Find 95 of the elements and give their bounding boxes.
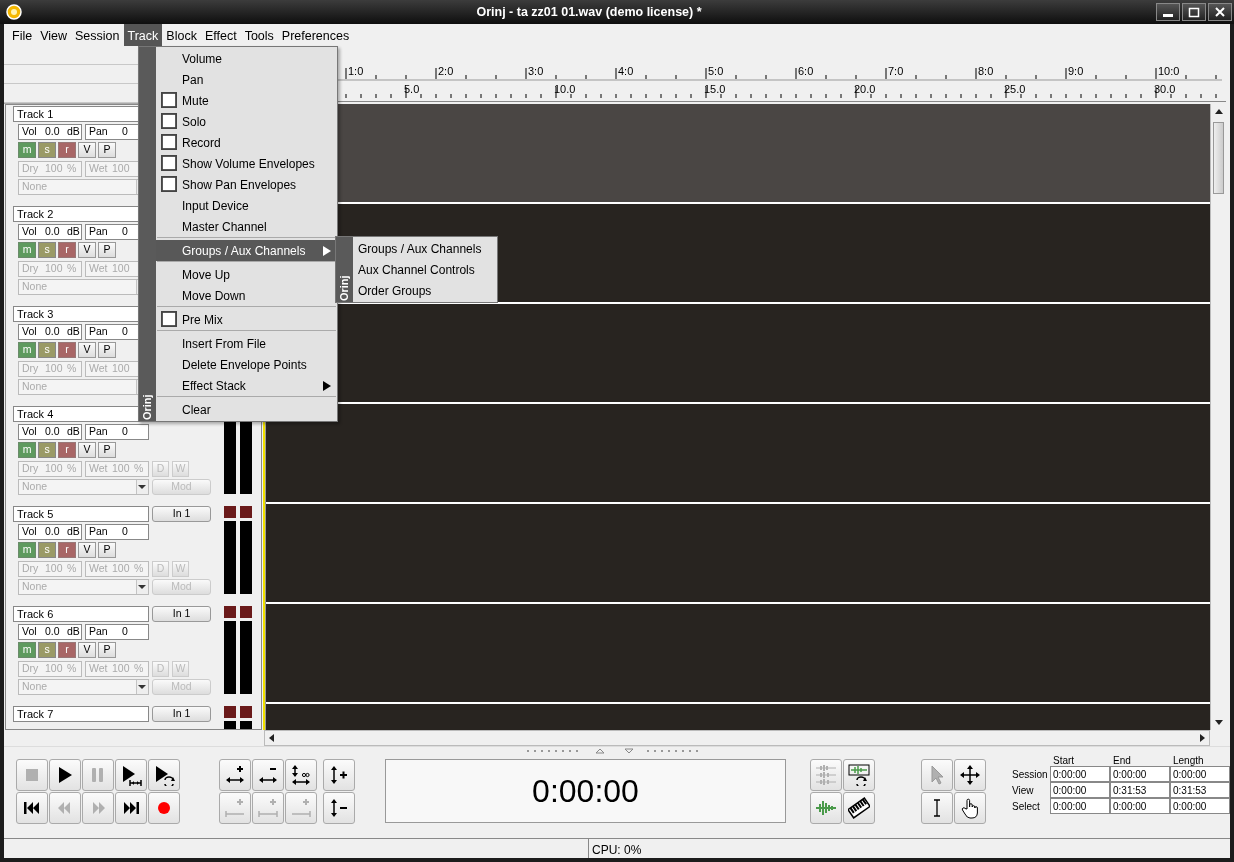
unit-label: dB bbox=[67, 524, 80, 540]
time-label: 5.0 bbox=[404, 84, 420, 95]
field-label: Pan bbox=[89, 424, 109, 440]
volume-value: 0.0 bbox=[45, 324, 61, 340]
wet-value: 100 bbox=[112, 661, 131, 677]
unit-label: % bbox=[134, 661, 144, 677]
pan-value: 0 bbox=[122, 224, 129, 240]
field-label: Dry bbox=[22, 561, 40, 577]
dry-value: 100 bbox=[45, 561, 64, 577]
time-display: 0:00:00 bbox=[385, 759, 786, 823]
bar-label: 2:0 bbox=[438, 66, 454, 77]
field-label: Wet bbox=[89, 561, 109, 577]
field-label: Pan bbox=[89, 324, 109, 340]
unit-label: % bbox=[134, 561, 144, 577]
unit-label: dB bbox=[67, 224, 80, 240]
menu-brand-label: Orinj bbox=[336, 274, 351, 301]
column-header: Length bbox=[1172, 754, 1205, 766]
pan-value: 0 bbox=[122, 624, 129, 640]
field-label: Dry bbox=[22, 161, 40, 177]
wet-value: 100 bbox=[112, 461, 131, 477]
unit-label: % bbox=[67, 461, 77, 477]
field-label: Wet bbox=[89, 361, 109, 377]
unit-label: dB bbox=[67, 424, 80, 440]
wet-value: 100 bbox=[112, 261, 131, 277]
dropdown-value: None bbox=[22, 679, 48, 695]
field-label: Vol bbox=[22, 124, 38, 140]
unit-label: % bbox=[67, 561, 77, 577]
wet-value: 100 bbox=[112, 361, 131, 377]
unit-label: % bbox=[67, 361, 77, 377]
time-label: 15.0 bbox=[704, 84, 726, 95]
row-label: Session bbox=[1012, 767, 1049, 782]
bar-label: 6:0 bbox=[798, 66, 814, 77]
pan-value: 0 bbox=[122, 424, 129, 440]
field-label: Dry bbox=[22, 361, 40, 377]
bar-label: 8:0 bbox=[978, 66, 994, 77]
field-label: Vol bbox=[22, 424, 38, 440]
field-label: Wet bbox=[89, 661, 109, 677]
bar-label: 9:0 bbox=[1068, 66, 1084, 77]
unit-label: % bbox=[67, 661, 77, 677]
wet-value: 100 bbox=[112, 561, 131, 577]
field-label: Vol bbox=[22, 524, 38, 540]
dropdown-value: None bbox=[22, 379, 48, 395]
volume-value: 0.0 bbox=[45, 424, 61, 440]
dropdown-value: None bbox=[22, 279, 48, 295]
unit-label: % bbox=[67, 161, 77, 177]
dry-value: 100 bbox=[45, 661, 64, 677]
unit-label: dB bbox=[67, 124, 80, 140]
dry-value: 100 bbox=[45, 361, 64, 377]
time-label: 20.0 bbox=[854, 84, 876, 95]
window-title: Orinj - ta zz01 01.wav (demo license) * bbox=[475, 3, 703, 21]
field-label: Wet bbox=[89, 161, 109, 177]
bar-label: 3:0 bbox=[528, 66, 544, 77]
bar-label: 7:0 bbox=[888, 66, 904, 77]
field-label: Wet bbox=[89, 461, 109, 477]
dropdown-value: None bbox=[22, 179, 48, 195]
volume-value: 0.0 bbox=[45, 524, 61, 540]
unit-label: % bbox=[134, 461, 144, 477]
field-label: Wet bbox=[89, 261, 109, 277]
time-label: 25.0 bbox=[1004, 84, 1026, 95]
pan-value: 0 bbox=[122, 124, 129, 140]
dry-value: 100 bbox=[45, 261, 64, 277]
volume-value: 0.0 bbox=[45, 224, 61, 240]
column-header: End bbox=[1112, 754, 1132, 766]
dropdown-value: None bbox=[22, 479, 48, 495]
field-label: Dry bbox=[22, 461, 40, 477]
field-label: Pan bbox=[89, 224, 109, 240]
time-label: 10.0 bbox=[554, 84, 576, 95]
dropdown-value: None bbox=[22, 579, 48, 595]
volume-value: 0.0 bbox=[45, 624, 61, 640]
unit-label: dB bbox=[67, 324, 80, 340]
dry-value: 100 bbox=[45, 161, 64, 177]
row-label: Select bbox=[1012, 799, 1041, 814]
volume-value: 0.0 bbox=[45, 124, 61, 140]
row-label: View bbox=[1012, 783, 1035, 798]
field-label: Dry bbox=[22, 661, 40, 677]
time-label: 30.0 bbox=[1154, 84, 1176, 95]
unit-label: % bbox=[67, 261, 77, 277]
bar-label: 10:0 bbox=[1158, 66, 1180, 77]
field-label: Pan bbox=[89, 624, 109, 640]
field-label: Pan bbox=[89, 124, 109, 140]
field-label: Pan bbox=[89, 524, 109, 540]
column-header: Start bbox=[1052, 754, 1076, 766]
pan-value: 0 bbox=[122, 524, 129, 540]
field-label: Vol bbox=[22, 224, 38, 240]
dry-value: 100 bbox=[45, 461, 64, 477]
pan-value: 0 bbox=[122, 324, 129, 340]
wet-value: 100 bbox=[112, 161, 131, 177]
cpu-usage-text: CPU: 0% bbox=[588, 839, 645, 858]
bar-label: 1:0 bbox=[348, 66, 364, 77]
field-label: Vol bbox=[22, 624, 38, 640]
bar-label: 5:0 bbox=[708, 66, 724, 77]
unit-label: dB bbox=[67, 624, 80, 640]
bar-label: 4:0 bbox=[618, 66, 634, 77]
field-label: Dry bbox=[22, 261, 40, 277]
field-label: Vol bbox=[22, 324, 38, 340]
